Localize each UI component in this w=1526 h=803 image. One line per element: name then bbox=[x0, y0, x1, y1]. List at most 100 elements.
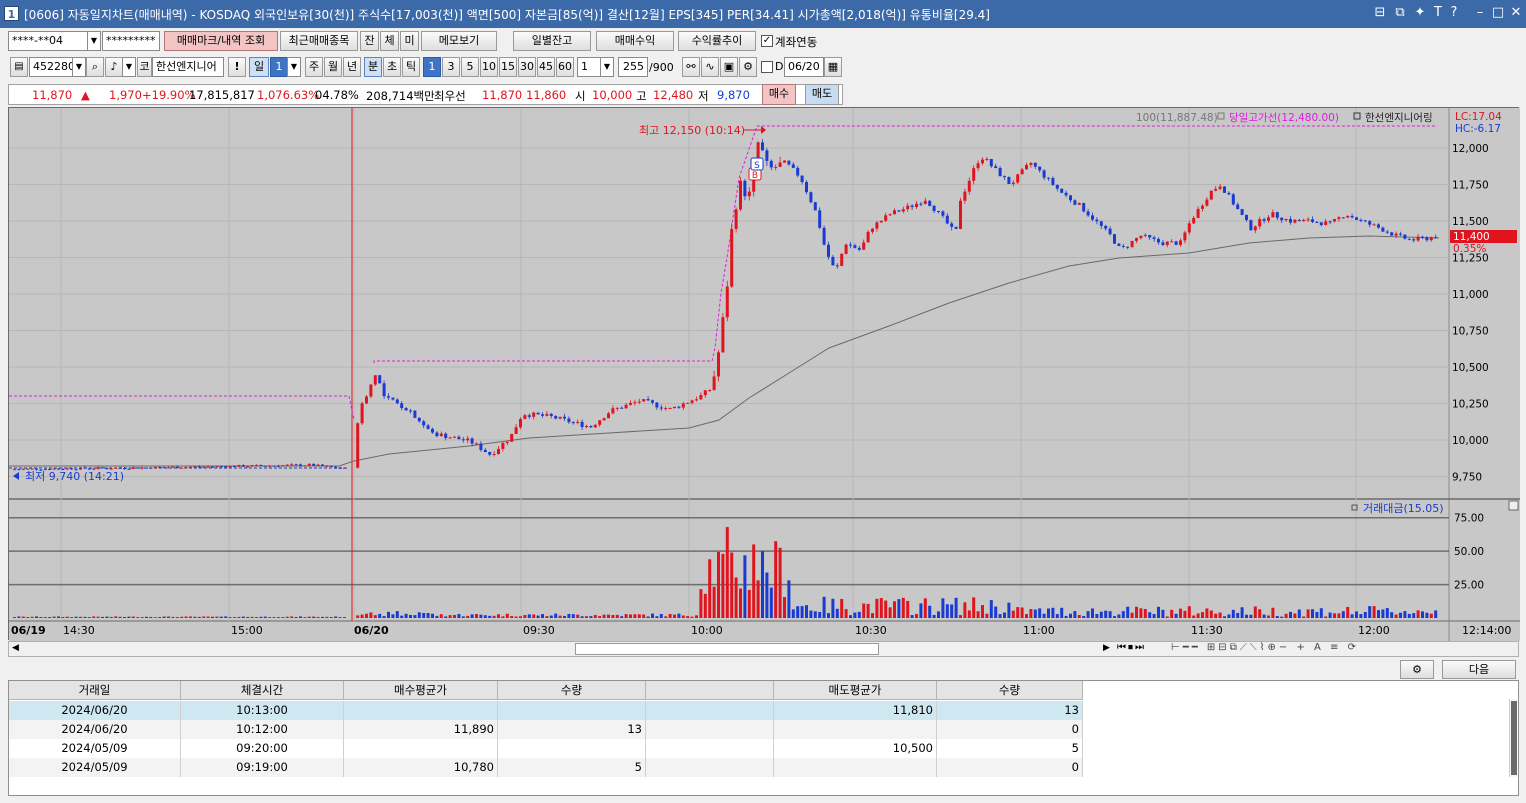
col-header-time[interactable]: 체결시간 bbox=[181, 681, 344, 700]
period-second-button[interactable]: 초 bbox=[383, 57, 401, 77]
interval-1-button[interactable]: 1 bbox=[423, 57, 441, 77]
period-week-button[interactable]: 주 bbox=[305, 57, 323, 77]
buy-button[interactable]: 매수 bbox=[762, 84, 796, 105]
col-header-buy-avg[interactable]: 매수평균가 bbox=[344, 681, 498, 700]
balance-button[interactable]: 잔 bbox=[360, 31, 379, 51]
stock-name-field[interactable]: 한선엔지니어 bbox=[152, 57, 224, 77]
password-field[interactable]: ********* bbox=[102, 31, 160, 51]
candle bbox=[325, 465, 329, 467]
help-icon[interactable]: ? bbox=[1446, 5, 1462, 20]
stock-code-input[interactable]: 452280 bbox=[29, 57, 73, 77]
date-field[interactable]: 06/20 bbox=[784, 57, 824, 77]
close-icon[interactable]: ✕ bbox=[1508, 5, 1524, 20]
scroll-right-icon[interactable]: ▶ bbox=[1103, 643, 1110, 653]
interval-60-button[interactable]: 60 bbox=[556, 57, 574, 77]
trade-profit-button[interactable]: 매매수익 bbox=[596, 31, 674, 51]
table-row[interactable]: 2024/06/20 10:13:00 11,810 13 bbox=[9, 701, 1083, 720]
chart-scrollbar[interactable]: ◀ ▶ ⏮⏹⏭ ⊢━━ ⊞⊟⧉⟋⟍⌇⊕− + A ≡ ⟳ bbox=[8, 641, 1519, 657]
speaker-icon[interactable]: ♪ bbox=[105, 57, 123, 77]
interval-dropdown-icon[interactable]: ▼ bbox=[600, 57, 614, 77]
scroll-thumb[interactable] bbox=[575, 643, 879, 655]
candle bbox=[967, 180, 971, 192]
col-header-date[interactable]: 거래일 bbox=[9, 681, 181, 700]
volume-bar bbox=[21, 616, 25, 618]
interval-15-button[interactable]: 15 bbox=[499, 57, 517, 77]
layout-icon[interactable]: ⊟ bbox=[1372, 5, 1388, 20]
search-icon[interactable]: ⌕ bbox=[86, 57, 104, 77]
next-button[interactable]: 다음 bbox=[1442, 660, 1516, 679]
market-tag: 코 bbox=[137, 57, 152, 77]
recent-trades-button[interactable]: 최근매매종목 bbox=[280, 31, 358, 51]
volume-bar bbox=[1231, 609, 1235, 618]
settings-gear-icon[interactable]: ⚙ bbox=[739, 57, 757, 77]
col-header-sell-avg[interactable]: 매도평균가 bbox=[774, 681, 937, 700]
period-year-button[interactable]: 년 bbox=[343, 57, 361, 77]
save-icon[interactable]: ▣ bbox=[720, 57, 738, 77]
volume-bar bbox=[602, 614, 606, 618]
candle bbox=[400, 403, 404, 409]
chart-area[interactable]: 12,000 11,750 11,500 11,250 11,000 10,750 10,5… bbox=[8, 107, 1520, 641]
candle bbox=[963, 191, 967, 201]
executed-button[interactable]: 체 bbox=[380, 31, 399, 51]
table-settings-icon[interactable]: ⚙ bbox=[1400, 660, 1434, 679]
account-link-checkbox[interactable]: ✓ bbox=[761, 35, 773, 47]
unexecuted-button[interactable]: 미 bbox=[400, 31, 419, 51]
daily-balance-button[interactable]: 일별잔고 bbox=[513, 31, 591, 51]
interval-10-button[interactable]: 10 bbox=[480, 57, 498, 77]
scroll-left-icon[interactable]: ◀ bbox=[12, 643, 19, 653]
period-minute-button[interactable]: 분 bbox=[364, 57, 382, 77]
indicator-icon[interactable]: ⚯ bbox=[682, 57, 700, 77]
sell-button[interactable]: 매도 bbox=[805, 84, 839, 105]
candle bbox=[985, 158, 989, 160]
restore-layout-icon[interactable]: ⧉ bbox=[1392, 5, 1408, 20]
table-row[interactable]: 2024/06/20 10:12:00 11,890 13 0 bbox=[9, 720, 1083, 739]
volume-bar bbox=[637, 614, 641, 618]
calendar-icon[interactable]: ▦ bbox=[824, 57, 842, 77]
account-dropdown-icon[interactable]: ▼ bbox=[87, 31, 101, 51]
interval-3-button[interactable]: 3 bbox=[442, 57, 460, 77]
maximize-icon[interactable]: □ bbox=[1490, 5, 1506, 20]
date-checkbox[interactable] bbox=[761, 61, 773, 73]
stock-list-icon[interactable]: ▤ bbox=[10, 57, 28, 77]
memo-button[interactable]: 메모보기 bbox=[421, 31, 497, 51]
table-row[interactable]: 2024/05/09 09:19:00 10,780 5 0 bbox=[9, 758, 1083, 777]
table-scrollbar[interactable] bbox=[1509, 699, 1517, 777]
col-header-sell-qty[interactable]: 수량 bbox=[937, 681, 1083, 700]
volume-bar bbox=[325, 616, 329, 618]
drawing-icon[interactable]: ∿ bbox=[701, 57, 719, 77]
table-scroll-thumb[interactable] bbox=[1511, 701, 1517, 775]
return-trend-button[interactable]: 수익률추이 bbox=[678, 31, 756, 51]
col-header-buy-qty[interactable]: 수량 bbox=[498, 681, 646, 700]
interval-45-button[interactable]: 45 bbox=[537, 57, 555, 77]
code-dropdown-icon[interactable]: ▼ bbox=[72, 57, 86, 77]
candle bbox=[1258, 219, 1262, 227]
volume-bar bbox=[1214, 613, 1218, 618]
chart-tools-icon[interactable]: ⊢━━ ⊞⊟⧉⟋⟍⌇⊕− + A ≡ ⟳ bbox=[1171, 642, 1359, 653]
interval-30-button[interactable]: 30 bbox=[518, 57, 536, 77]
candlestick-chart[interactable]: 12,00011,75011,50011,25011,00010,75010,5… bbox=[9, 108, 1520, 641]
mark-query-button[interactable]: 매매마크/내역 조회 bbox=[164, 31, 278, 51]
volume-bar bbox=[677, 613, 681, 618]
candle bbox=[479, 443, 483, 450]
period-num-field[interactable]: 1 bbox=[270, 57, 288, 77]
table-row[interactable]: 2024/05/09 09:20:00 10,500 5 bbox=[9, 739, 1083, 758]
speaker-dropdown-icon[interactable]: ▼ bbox=[122, 57, 136, 77]
interval-5-button[interactable]: 5 bbox=[461, 57, 479, 77]
playback-controls[interactable]: ⏮⏹⏭ bbox=[1117, 642, 1146, 653]
period-dropdown-icon[interactable]: ▼ bbox=[287, 57, 301, 77]
font-icon[interactable]: T bbox=[1430, 5, 1446, 20]
count-field[interactable]: 255 bbox=[618, 57, 648, 77]
period-day-button[interactable]: 일 bbox=[249, 57, 269, 77]
interval-value-field[interactable]: 1 bbox=[577, 57, 601, 77]
period-tick-button[interactable]: 틱 bbox=[402, 57, 420, 77]
account-select[interactable]: ****-**04 bbox=[8, 31, 88, 51]
volume-bar bbox=[1333, 613, 1336, 618]
pin-icon[interactable]: ✦ bbox=[1412, 5, 1428, 20]
alert-button[interactable]: ! bbox=[228, 57, 246, 77]
minimize-icon[interactable]: – bbox=[1472, 5, 1488, 20]
period-month-button[interactable]: 월 bbox=[324, 57, 342, 77]
volume-bar bbox=[461, 616, 465, 618]
cell-buy-qty: 5 bbox=[498, 758, 646, 777]
candle bbox=[1139, 235, 1143, 239]
candle bbox=[417, 417, 421, 422]
